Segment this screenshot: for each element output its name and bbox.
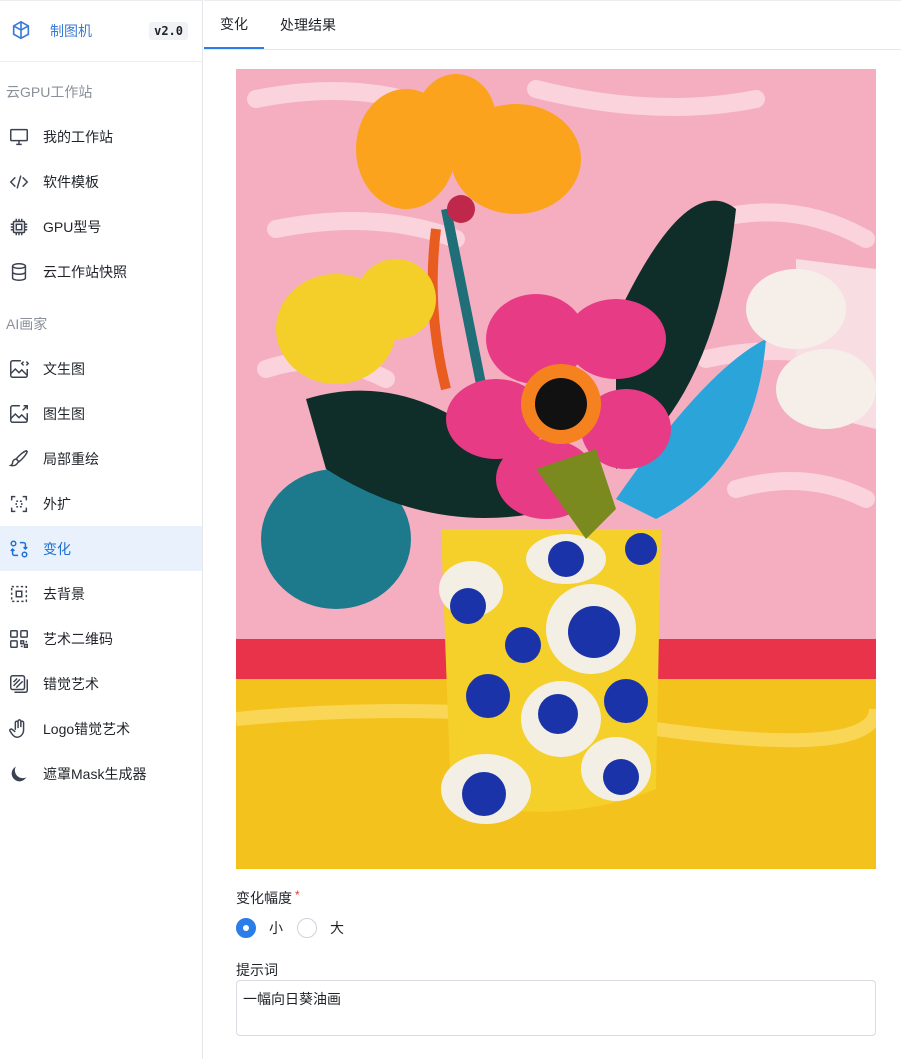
sidebar-item-label: 软件模板: [43, 173, 99, 190]
radio-small-label: 小: [269, 920, 283, 936]
sidebar-item-label: 云工作站快照: [43, 263, 127, 280]
radio-large-dot[interactable]: [297, 918, 317, 938]
sidebar-item-label: 遮罩Mask生成器: [43, 765, 147, 782]
app-name[interactable]: 制图机: [50, 21, 92, 41]
sidebar-item-label: 文生图: [43, 360, 85, 377]
sidebar-item-label: 错觉艺术: [43, 675, 99, 692]
sidebar-item-mask-generator[interactable]: 遮罩Mask生成器: [0, 751, 202, 796]
brush-icon: [8, 448, 30, 470]
code-icon: [8, 171, 30, 193]
sidebar-item-label: 艺术二维码: [43, 630, 113, 647]
sidebar-item-remove-background[interactable]: 去背景: [0, 571, 202, 616]
radio-small-dot[interactable]: [236, 918, 256, 938]
sidebar-item-variation[interactable]: 变化: [0, 526, 202, 571]
logo-icon: [10, 20, 32, 42]
chip-icon: [8, 216, 30, 238]
radio-large-label: 大: [330, 920, 344, 936]
sidebar-item-label: 我的工作站: [43, 128, 113, 145]
sidebar-item-outpaint[interactable]: 外扩: [0, 481, 202, 526]
group-title-cloud-gpu: 云GPU工作站: [6, 84, 93, 100]
sidebar-item-label: 局部重绘: [43, 450, 99, 467]
radio-small[interactable]: 小: [236, 918, 283, 938]
swap-icon: [8, 538, 30, 560]
remove-bg-icon: [8, 583, 30, 605]
sidebar-item-snapshot[interactable]: 云工作站快照: [0, 249, 202, 294]
expand-icon: [8, 493, 30, 515]
prompt-input[interactable]: 一幅向日葵油画: [236, 980, 876, 1036]
hand-icon: [8, 718, 30, 740]
qrcode-icon: [8, 628, 30, 650]
prompt-label: 提示词: [236, 962, 278, 978]
sidebar-item-text-to-image[interactable]: 文生图: [0, 346, 202, 391]
source-image: [236, 69, 876, 869]
tab-variation[interactable]: 变化: [204, 0, 264, 49]
group-title-ai-painter: AI画家: [6, 316, 48, 332]
sidebar-item-software-templates[interactable]: 软件模板: [0, 159, 202, 204]
moon-icon: [8, 763, 30, 785]
sidebar-item-logo-illusion-art[interactable]: Logo错觉艺术: [0, 706, 202, 751]
sidebar-item-label: 去背景: [43, 585, 85, 602]
main-panel: 变化 处理结果 变化幅度 * 小 大 提示词 一幅向日葵油画: [204, 0, 901, 1059]
variation-label-text: 变化幅度: [236, 890, 292, 906]
sidebar-item-gpu-model[interactable]: GPU型号: [0, 204, 202, 249]
tab-results[interactable]: 处理结果: [264, 0, 352, 49]
image-code-icon: [8, 358, 30, 380]
sidebar-item-label: 图生图: [43, 405, 85, 422]
sidebar-item-art-qrcode[interactable]: 艺术二维码: [0, 616, 202, 661]
monitor-icon: [8, 126, 30, 148]
variation-radio-group: 小 大: [236, 918, 358, 938]
sidebar-item-label: 变化: [43, 540, 71, 557]
image-arrow-icon: [8, 403, 30, 425]
sidebar-item-label: 外扩: [43, 495, 71, 512]
database-icon: [8, 261, 30, 283]
sidebar: 制图机 v2.0 云GPU工作站 我的工作站 软件模板 GPU型号 云工作站快照…: [0, 0, 203, 1059]
illusion-icon: [8, 673, 30, 695]
sidebar-item-image-to-image[interactable]: 图生图: [0, 391, 202, 436]
sidebar-item-my-workstation[interactable]: 我的工作站: [0, 114, 202, 159]
tab-bar: 变化 处理结果: [204, 0, 901, 50]
sidebar-item-label: Logo错觉艺术: [43, 720, 131, 737]
brand-header: 制图机 v2.0: [0, 0, 202, 62]
variation-label: 变化幅度 *: [236, 888, 300, 908]
required-mark: *: [295, 888, 300, 902]
sidebar-item-label: GPU型号: [43, 218, 102, 235]
sidebar-item-illusion-art[interactable]: 错觉艺术: [0, 661, 202, 706]
sidebar-item-inpaint[interactable]: 局部重绘: [0, 436, 202, 481]
radio-large[interactable]: 大: [297, 918, 344, 938]
version-badge: v2.0: [149, 22, 188, 40]
